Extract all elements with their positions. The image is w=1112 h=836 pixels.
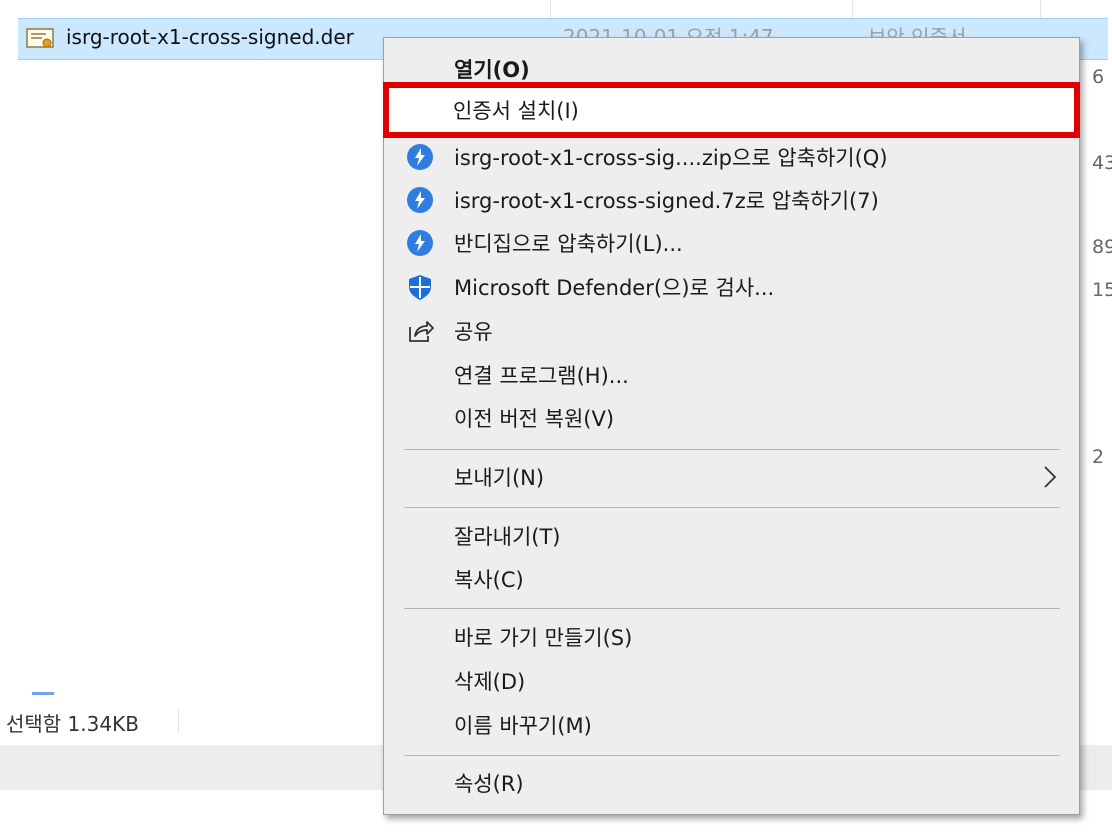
chevron-right-icon [1044, 466, 1057, 488]
certificate-file-icon [26, 28, 54, 48]
menu-item-label: 열기(O) [454, 58, 530, 82]
menu-item-defender-scan[interactable]: Microsoft Defender(으)로 검사... [384, 266, 1081, 308]
menu-separator [404, 507, 1060, 508]
column-divider[interactable] [852, 0, 853, 18]
menu-item-label: 잘라내기(T) [454, 525, 561, 549]
menu-item-share[interactable]: 공유 [384, 310, 1081, 352]
menu-separator [404, 608, 1060, 609]
menu-item-label: 복사(C) [454, 568, 524, 592]
menu-item-label: isrg-root-x1-cross-signed.7z로 압축하기(7) [454, 189, 879, 213]
menu-separator [404, 755, 1060, 756]
status-divider [178, 710, 179, 732]
share-icon [409, 321, 434, 342]
column-divider[interactable] [550, 0, 551, 18]
column-divider[interactable] [1040, 0, 1041, 18]
selection-status: 선택함 1.34KB [6, 712, 139, 736]
status-indicator [32, 692, 54, 695]
menu-item-rename[interactable]: 이름 바꾸기(M) [384, 704, 1081, 746]
menu-item-label: isrg-root-x1-cross-sig....zip으로 압축하기(Q) [454, 146, 888, 170]
menu-item-label: 보내기(N) [454, 466, 545, 490]
edge-size-value: 89 [1092, 236, 1112, 258]
bandizip-icon [407, 144, 433, 170]
status-bar: 선택함 1.34KB [0, 700, 390, 740]
menu-item-open-with[interactable]: 연결 프로그램(H)... [384, 354, 1081, 396]
edge-size-value: 2 [1092, 446, 1105, 468]
highlight-annotation-box: 인증서 설치(I) [383, 82, 1080, 138]
menu-item-properties[interactable]: 속성(R) [384, 762, 1081, 804]
menu-item-label: 반디집으로 압축하기(L)... [454, 232, 683, 256]
bandizip-icon [407, 230, 433, 256]
menu-separator [404, 449, 1060, 450]
file-name[interactable]: isrg-root-x1-cross-signed.der [66, 25, 354, 49]
edge-size-value: 6 [1092, 66, 1105, 88]
menu-item-cut[interactable]: 잘라내기(T) [384, 515, 1081, 557]
menu-item-label: 바로 가기 만들기(S) [454, 626, 633, 650]
defender-shield-icon [409, 275, 431, 300]
edge-size-value: 15 [1092, 279, 1112, 301]
bandizip-icon [407, 187, 433, 213]
menu-item-label: 공유 [454, 320, 493, 344]
menu-item-copy[interactable]: 복사(C) [384, 558, 1081, 600]
menu-item-compress-bandizip[interactable]: 반디집으로 압축하기(L)... [384, 222, 1081, 264]
highlighted-menu-label[interactable]: 인증서 설치(I) [453, 95, 579, 125]
menu-item-label: 삭제(D) [454, 670, 526, 694]
menu-item-delete[interactable]: 삭제(D) [384, 660, 1081, 702]
menu-item-send-to[interactable]: 보내기(N) [384, 456, 1081, 498]
context-menu: 열기(O) 인증서 설치(I) isrg-root-x1-cross-sig..… [383, 37, 1080, 815]
menu-item-restore-previous[interactable]: 이전 버전 복원(V) [384, 397, 1081, 439]
menu-item-label: 연결 프로그램(H)... [454, 364, 629, 388]
menu-item-label: 속성(R) [454, 772, 524, 796]
menu-item-label: Microsoft Defender(으)로 검사... [454, 276, 775, 300]
menu-item-compress-zip[interactable]: isrg-root-x1-cross-sig....zip으로 압축하기(Q) [384, 136, 1081, 178]
menu-item-compress-7z[interactable]: isrg-root-x1-cross-signed.7z로 압축하기(7) [384, 179, 1081, 221]
edge-size-value: 43 [1092, 152, 1112, 174]
menu-item-create-shortcut[interactable]: 바로 가기 만들기(S) [384, 616, 1081, 658]
menu-item-label: 이전 버전 복원(V) [454, 407, 615, 431]
menu-item-label: 이름 바꾸기(M) [454, 714, 592, 738]
